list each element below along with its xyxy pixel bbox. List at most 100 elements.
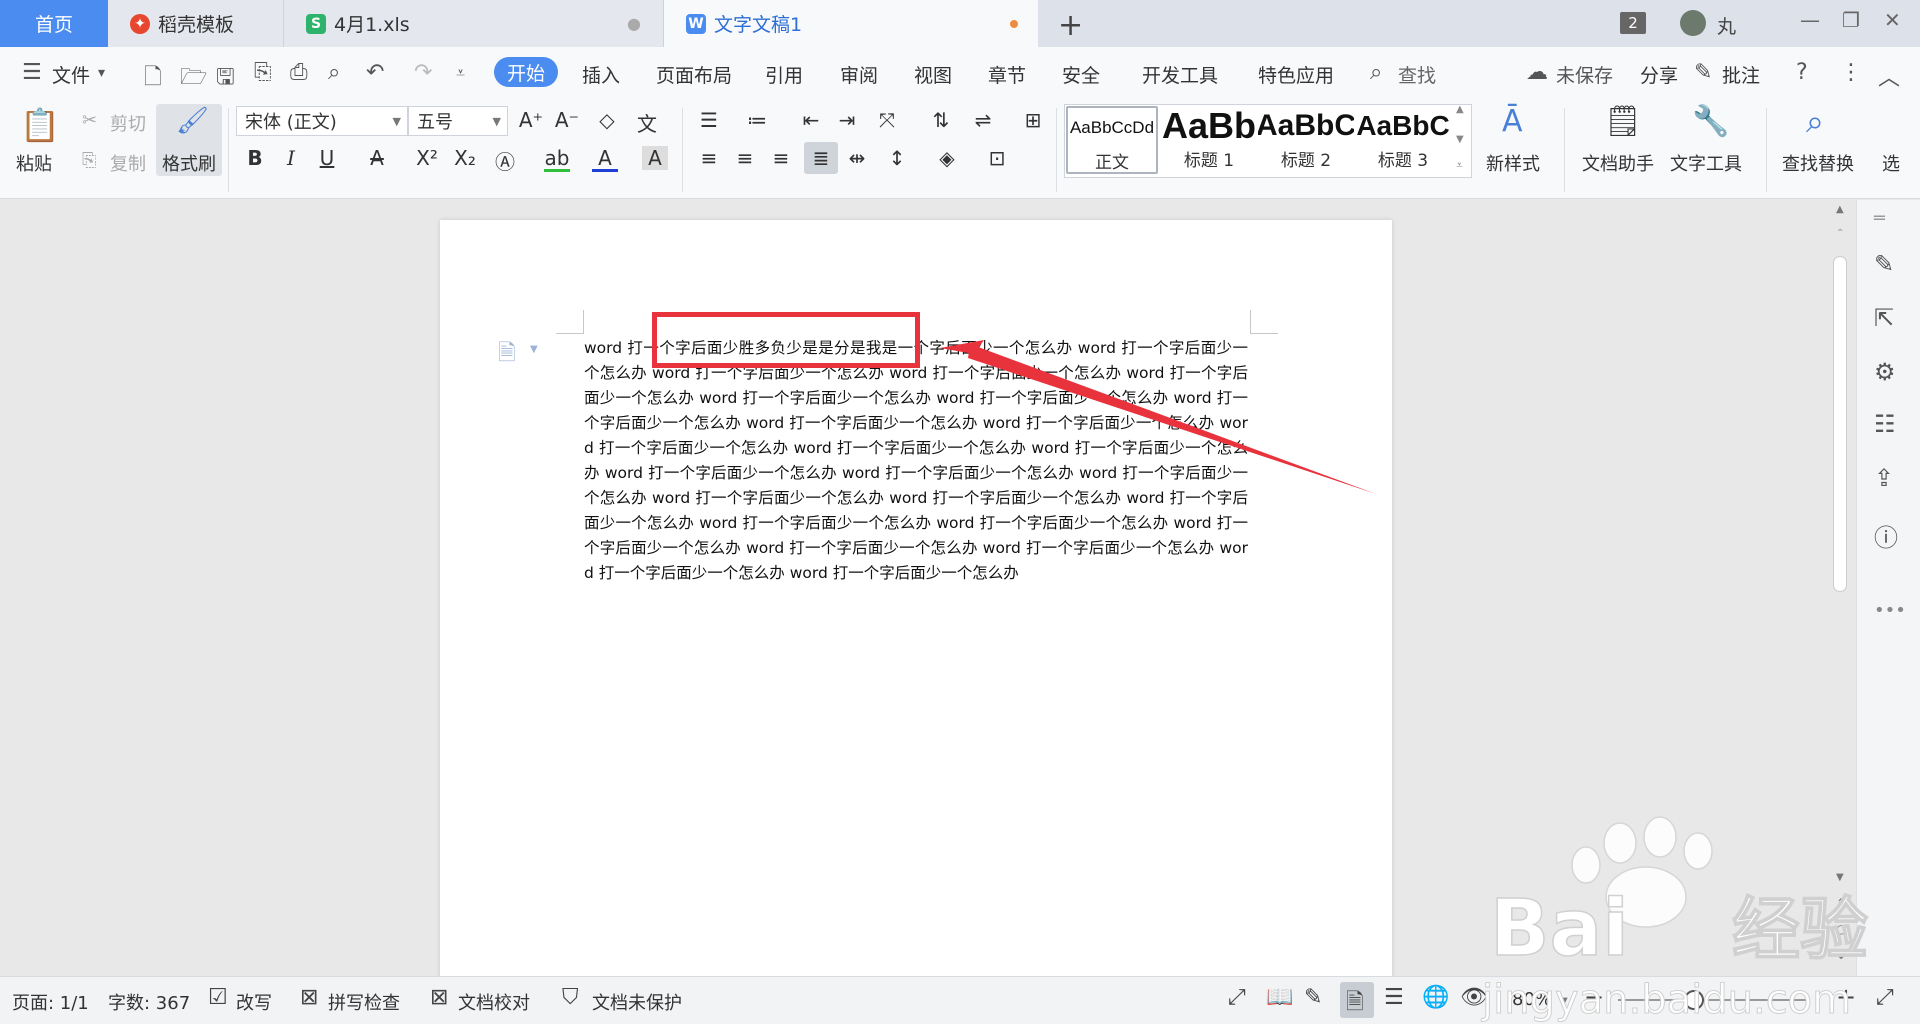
- shading-icon[interactable]: ◈: [934, 146, 960, 170]
- cut-button[interactable]: 剪切: [110, 110, 146, 136]
- undo-icon[interactable]: ↶: [366, 60, 384, 85]
- style-heading-2[interactable]: AaBbC 标题 2: [1258, 106, 1354, 174]
- spell-check-icon[interactable]: ⊠: [300, 985, 318, 1010]
- doc-assistant-button[interactable]: 文档助手: [1582, 150, 1654, 176]
- borders-icon[interactable]: ⊡: [984, 146, 1010, 170]
- font-name-select[interactable]: 宋体 (正文) ▼: [236, 106, 408, 136]
- wrench-icon[interactable]: 🔧: [1692, 104, 1729, 139]
- comment-button[interactable]: 批注: [1722, 61, 1760, 88]
- format-painter-icon[interactable]: 🖌: [176, 106, 209, 136]
- menu-review[interactable]: 审阅: [840, 61, 878, 88]
- tab-close-icon[interactable]: ●: [627, 14, 641, 33]
- share-button[interactable]: 分享: [1640, 61, 1678, 88]
- align-left-icon[interactable]: ≡: [696, 146, 722, 170]
- gallery-scroll-down-icon[interactable]: ▼: [1456, 134, 1464, 145]
- select-button[interactable]: 选: [1882, 150, 1900, 176]
- menu-chapter[interactable]: 章节: [988, 61, 1026, 88]
- italic-icon[interactable]: I: [278, 146, 304, 170]
- increase-indent-icon[interactable]: ⇥: [834, 108, 860, 132]
- hamburger-icon[interactable]: ☰: [22, 60, 42, 85]
- scrollbar-thumb[interactable]: [1833, 256, 1847, 592]
- style-heading-1[interactable]: AaBb 标题 1: [1162, 106, 1256, 174]
- collapse-ribbon-icon[interactable]: ︿: [1878, 60, 1900, 92]
- clear-format-icon[interactable]: ◇: [594, 108, 620, 132]
- menu-features[interactable]: 特色应用: [1258, 61, 1334, 88]
- text-direction-icon[interactable]: ⤧: [874, 108, 900, 132]
- menu-view[interactable]: 视图: [914, 61, 952, 88]
- customize-toolbar-icon[interactable]: ⩡: [456, 63, 465, 83]
- menu-home[interactable]: 开始: [494, 57, 558, 87]
- fit-window-icon[interactable]: ⤢: [1876, 985, 1894, 1010]
- cut-icon[interactable]: ✂: [82, 110, 97, 131]
- menu-references[interactable]: 引用: [765, 61, 803, 88]
- username[interactable]: 丸: [1717, 12, 1736, 39]
- grow-font-icon[interactable]: A⁺: [518, 108, 544, 132]
- menu-page-layout[interactable]: 页面布局: [656, 61, 732, 88]
- spell-check-button[interactable]: 拼写检查: [328, 989, 400, 1015]
- minimize-icon[interactable]: —: [1800, 8, 1820, 32]
- font-color-icon[interactable]: A: [592, 146, 618, 172]
- print-icon[interactable]: ⎙: [290, 60, 308, 85]
- zoom-in-icon[interactable]: +: [1836, 983, 1856, 1011]
- unsaved-status[interactable]: 未保存: [1556, 61, 1613, 88]
- scroll-up-icon[interactable]: ▲: [1836, 204, 1844, 215]
- page-view-icon[interactable]: 🗎: [1346, 985, 1364, 1023]
- new-style-button[interactable]: 新样式: [1486, 150, 1540, 176]
- chevron-down-icon[interactable]: ▾: [98, 65, 105, 81]
- style-normal[interactable]: AaBbCcDd 正文: [1066, 106, 1158, 174]
- font-size-select[interactable]: 五号 ▼: [408, 106, 508, 136]
- chevron-down-icon[interactable]: ▼: [530, 344, 538, 355]
- find-replace-icon[interactable]: ⌕: [1806, 102, 1824, 141]
- search-icon[interactable]: ⌕: [1370, 60, 1382, 85]
- menu-developer[interactable]: 开发工具: [1142, 61, 1218, 88]
- format-painter-button[interactable]: 格式刷: [162, 150, 216, 176]
- web-view-icon[interactable]: 🌐: [1422, 985, 1449, 1010]
- select-browse-icon[interactable]: ○: [1836, 922, 1846, 936]
- avatar[interactable]: [1680, 10, 1706, 36]
- doc-assistant-icon[interactable]: 🗒: [1604, 104, 1642, 139]
- distributed-icon[interactable]: ⇹: [844, 146, 870, 170]
- doc-proof-icon[interactable]: ⊠: [430, 985, 448, 1010]
- comment-icon[interactable]: ✎: [1694, 60, 1712, 85]
- pen-icon[interactable]: ✎: [1874, 250, 1894, 278]
- text-effect-icon[interactable]: Ⓐ: [492, 146, 518, 175]
- new-doc-icon[interactable]: 🗋: [144, 60, 162, 98]
- tab-home[interactable]: 首页: [0, 0, 108, 47]
- outline-view-icon[interactable]: ☰: [1384, 985, 1404, 1010]
- export-icon[interactable]: ⎘: [254, 60, 272, 85]
- print-preview-icon[interactable]: ⌕: [328, 60, 340, 85]
- shrink-font-icon[interactable]: A⁻: [554, 108, 580, 132]
- share-export-icon[interactable]: ⇪: [1874, 464, 1894, 492]
- superscript-icon[interactable]: X²: [414, 146, 440, 170]
- find-replace-button[interactable]: 查找替换: [1782, 150, 1854, 176]
- underline-icon[interactable]: U: [314, 146, 340, 170]
- menu-security[interactable]: 安全: [1062, 61, 1100, 88]
- page-indicator[interactable]: 页面: 1/1: [12, 989, 89, 1015]
- style-heading-3[interactable]: AaBbC 标题 3: [1356, 106, 1450, 174]
- eye-protection-icon[interactable]: 👁: [1460, 985, 1488, 1010]
- cursor-select-icon[interactable]: ⇱: [1874, 304, 1894, 332]
- chevron-down-icon[interactable]: ▼: [1560, 996, 1568, 1007]
- paste-button[interactable]: 粘贴: [16, 150, 52, 176]
- zoom-out-icon[interactable]: −: [1584, 983, 1604, 1011]
- tab-docer-templates[interactable]: ✦ 稻壳模板: [108, 0, 284, 47]
- save-icon[interactable]: 🖫: [216, 60, 235, 98]
- tab-spreadsheet[interactable]: S 4月1.xls ●: [284, 0, 664, 47]
- restore-icon[interactable]: ❐: [1842, 8, 1860, 32]
- style-badge-icon[interactable]: ⚙: [1874, 358, 1896, 386]
- show-marks-icon[interactable]: ⇌: [970, 108, 996, 132]
- zoom-slider-knob[interactable]: [1684, 990, 1704, 1010]
- redo-icon[interactable]: ↷: [414, 60, 432, 85]
- help-icon[interactable]: ?: [1796, 60, 1808, 85]
- menu-file[interactable]: 文件: [52, 61, 90, 88]
- zoom-slider-track[interactable]: [1618, 999, 1808, 1001]
- copy-button[interactable]: 复制: [110, 150, 146, 176]
- phonetic-guide-icon[interactable]: 文: [634, 108, 660, 137]
- paragraph-menu-icon[interactable]: 🗎: [498, 336, 516, 374]
- next-page-icon[interactable]: ⇟: [1836, 948, 1846, 962]
- prev-page-icon[interactable]: ⇞: [1836, 896, 1846, 910]
- sliders-icon[interactable]: ☷: [1874, 410, 1896, 438]
- table-borders-icon[interactable]: ⊞: [1020, 108, 1046, 132]
- more-horizontal-icon[interactable]: •••: [1874, 600, 1906, 621]
- line-spacing-icon[interactable]: ↕: [884, 146, 910, 170]
